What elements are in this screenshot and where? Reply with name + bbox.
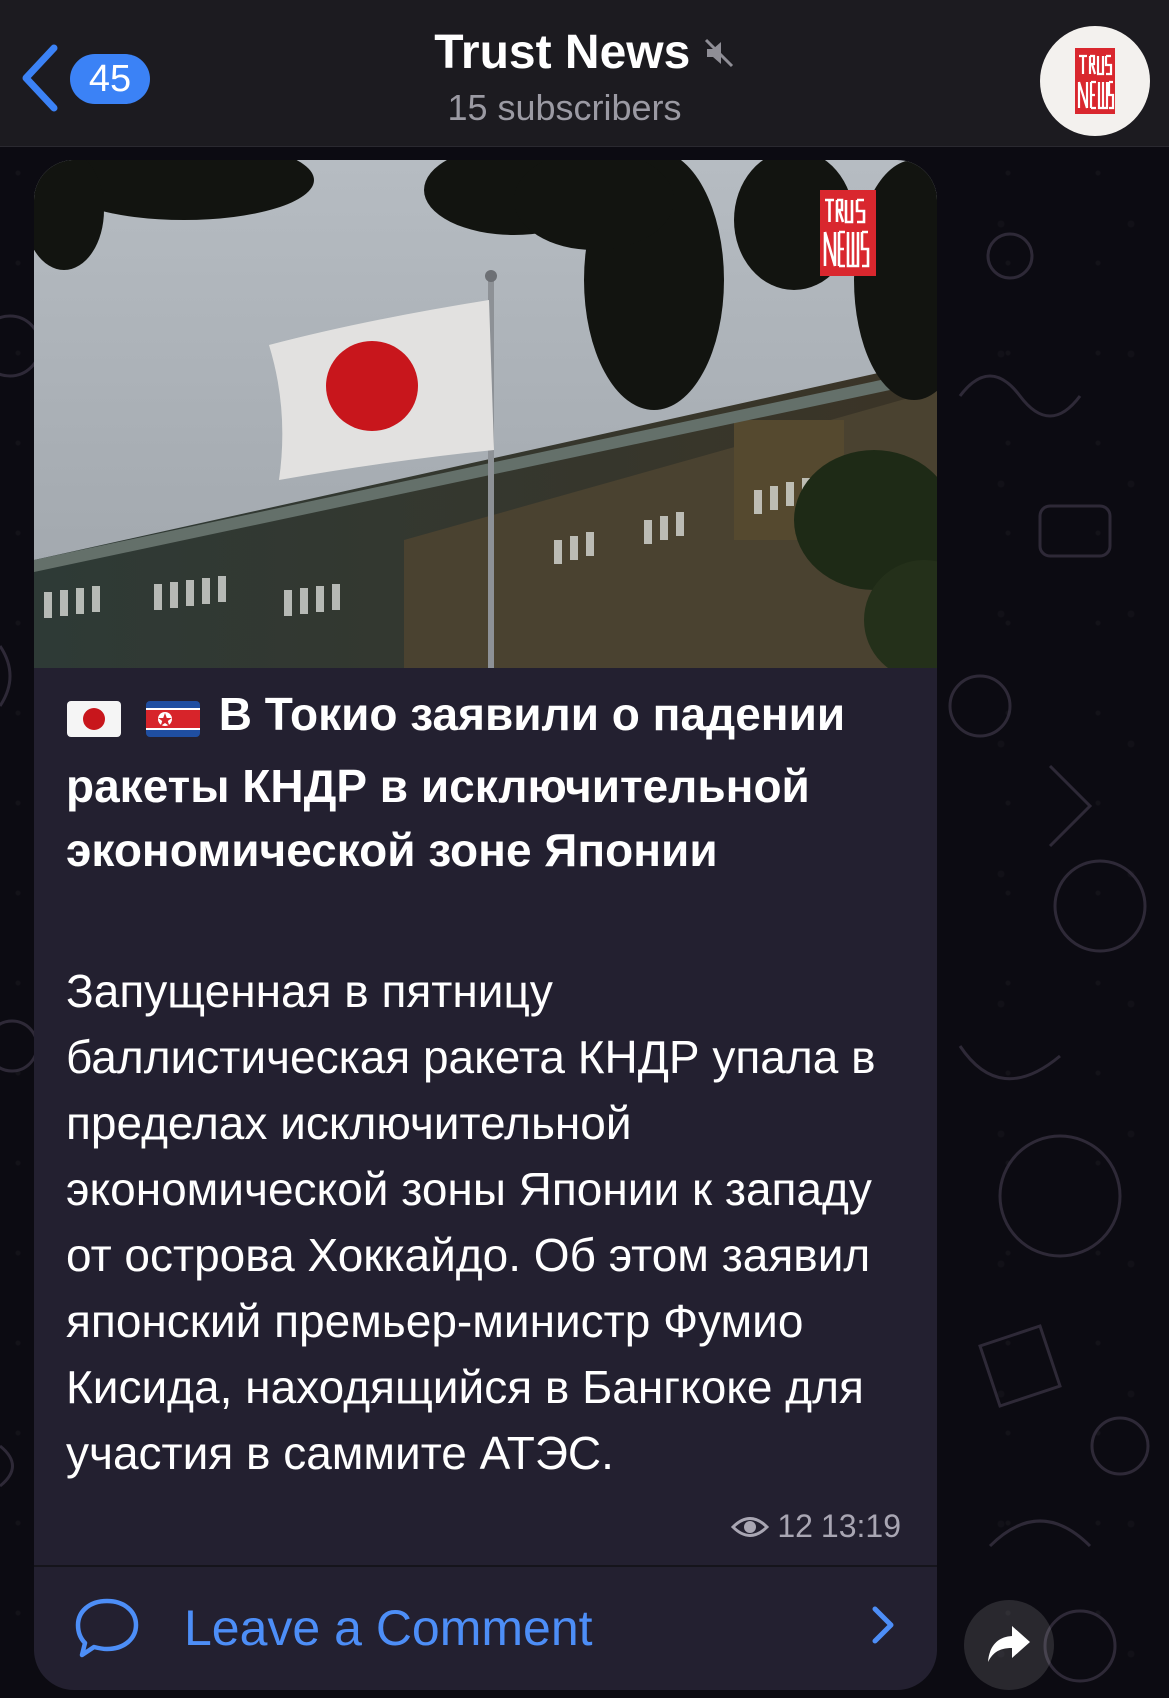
north-korea-flag-icon: [145, 701, 200, 737]
back-button[interactable]: 45: [18, 44, 158, 112]
post-headline: В Токио заявили о падении ракеты КНДР в …: [66, 682, 926, 882]
photo-logo: [820, 190, 876, 276]
subscriber-count: 15 subscribers: [447, 87, 682, 128]
post-photo[interactable]: [34, 160, 937, 668]
flags: [66, 690, 201, 754]
view-count: 12: [777, 1508, 813, 1544]
message-time: 13:19: [820, 1508, 901, 1544]
message-text: В Токио заявили о падении ракеты КНДР в …: [66, 682, 926, 1486]
post-body: Запущенная в пятницу баллистическая раке…: [66, 965, 876, 1479]
message-bubble[interactable]: В Токио заявили о падении ракеты КНДР в …: [34, 160, 937, 1690]
share-arrow-icon: [988, 1626, 1030, 1662]
share-button[interactable]: [964, 1600, 1054, 1690]
mute-icon: [704, 38, 733, 68]
leave-comment-button[interactable]: Leave a Comment: [34, 1567, 937, 1690]
chevron-left-icon: [22, 44, 58, 112]
unread-count-badge: 45: [70, 54, 150, 104]
channel-title: Trust News: [434, 26, 691, 79]
comment-label: Leave a Comment: [184, 1600, 593, 1656]
speech-bubble-icon: [75, 1598, 139, 1658]
chat-header: 45 Trust News 15 subscribers: [0, 0, 1169, 147]
chevron-right-icon: [872, 1606, 894, 1644]
eye-icon: [731, 1516, 770, 1537]
japan-flag-icon: [67, 701, 121, 737]
channel-avatar[interactable]: [1040, 26, 1150, 136]
message-meta: 12 13:19: [731, 1508, 901, 1545]
trust-news-logo: [1075, 48, 1115, 114]
channel-info[interactable]: Trust News 15 subscribers: [0, 22, 1169, 130]
